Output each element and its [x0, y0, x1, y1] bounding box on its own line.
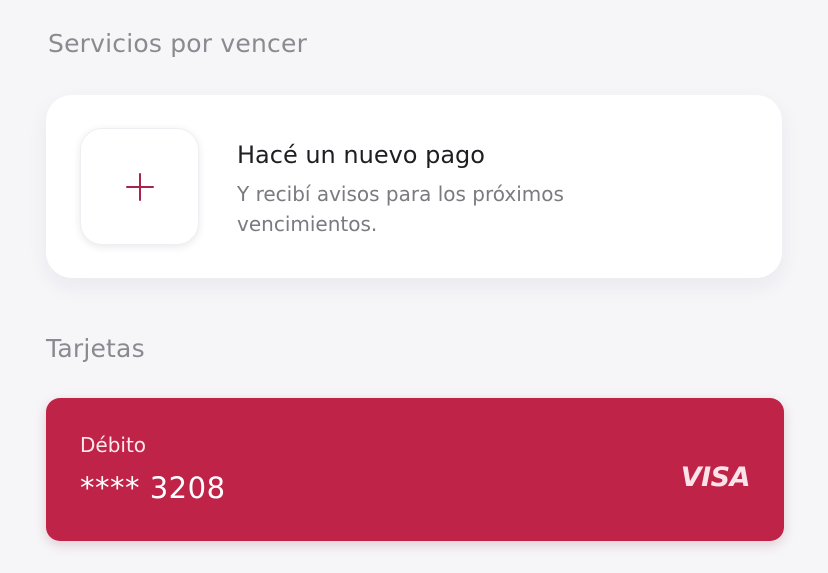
plus-icon [126, 173, 154, 201]
cards-section-title: Tarjetas [46, 334, 145, 363]
card-type-label: Débito [80, 433, 147, 457]
debit-card[interactable]: Débito **** 3208 VISA [46, 398, 784, 541]
new-payment-card[interactable]: Hacé un nuevo pago Y recibí avisos para … [46, 95, 782, 278]
new-payment-button[interactable] [80, 128, 199, 245]
services-section-title: Servicios por vencer [48, 29, 308, 58]
card-number: **** 3208 [80, 471, 226, 505]
new-payment-title: Hacé un nuevo pago [237, 141, 485, 169]
new-payment-subtitle: Y recibí avisos para los próximos vencim… [237, 182, 564, 236]
visa-logo: VISA [680, 462, 751, 493]
